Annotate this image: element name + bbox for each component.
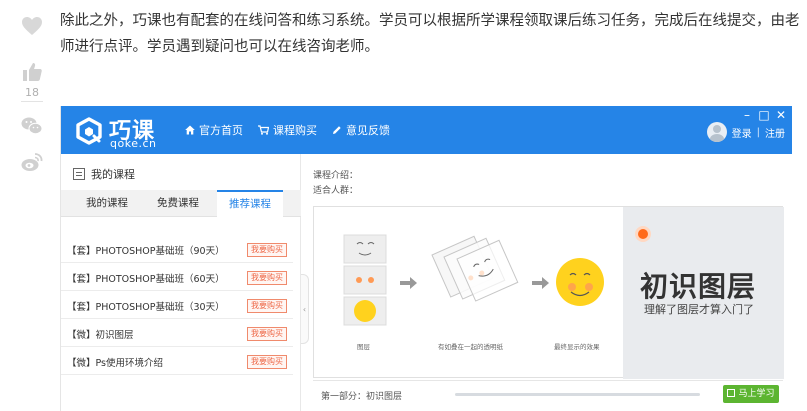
course-name: 【微】初识图层	[67, 330, 134, 341]
cart-icon	[258, 125, 269, 135]
list-item[interactable]: 【套】PHOTOSHOP基础班（90天） 我要购买	[61, 235, 293, 263]
audience-label: 适合人群：	[313, 186, 359, 196]
login-link[interactable]: 登录	[732, 125, 752, 140]
nav-purchase[interactable]: 课程购买	[258, 122, 317, 138]
tab-recommended[interactable]: 推荐课程	[217, 190, 283, 218]
course-tabs: 我的课程 免费课程 推荐课程	[61, 190, 301, 218]
app-logo[interactable]: 巧课 qoke.cn	[75, 113, 175, 150]
list-item[interactable]: 【套】PHOTOSHOP基础班（60天） 我要购买	[61, 263, 293, 291]
nav-feedback[interactable]: 意见反馈	[332, 122, 390, 138]
nav-home[interactable]: 官方首页	[185, 122, 243, 138]
qoke-logo-icon	[76, 117, 102, 145]
record-dot-icon	[638, 229, 648, 239]
register-link[interactable]: 注册	[765, 125, 785, 140]
article-paragraph: 除此之外，巧课也有配套的在线问答和练习系统。学员可以根据所学课程领取课后练习任务…	[60, 13, 800, 55]
thumbs-up-icon[interactable]	[20, 60, 44, 84]
slide-subtitle: 理解了图层才算入门了	[644, 303, 754, 316]
buy-button[interactable]: 我要购买	[247, 355, 287, 369]
lesson-slide[interactable]: 图层 有如叠在一起的透明纸 最终显示的效果 初识图层 理解了图层才算入门了	[313, 206, 784, 379]
divider	[21, 101, 43, 102]
list-item[interactable]: 【套】PHOTOSHOP基础班（30天） 我要购买	[61, 291, 293, 319]
lesson-panel: 课程介绍： 适合人群： 图层 有如叠在一起的透明纸 最终显示的效果 初识图层 理…	[313, 154, 792, 411]
maximize-button[interactable]: □	[758, 108, 770, 122]
course-name: 【套】PHOTOSHOP基础班（30天）	[67, 302, 225, 313]
lesson-bottom-bar: 第一部分：初识图层 马上学习	[313, 380, 783, 404]
buy-button[interactable]: 我要购买	[247, 243, 287, 257]
tab-my-courses[interactable]: 我的课程	[75, 190, 139, 217]
start-learning-label: 马上学习	[738, 389, 775, 399]
nav-label: 意见反馈	[346, 124, 390, 137]
wechat-icon[interactable]	[20, 114, 44, 138]
course-intro-label: 课程介绍：	[313, 171, 359, 181]
book-icon	[73, 168, 85, 180]
home-icon	[185, 125, 195, 135]
list-item[interactable]: 【微】初识图层 我要购买	[61, 319, 293, 347]
caption-layers: 图层	[357, 343, 370, 351]
slide-title: 初识图层	[640, 270, 757, 303]
course-name: 【套】PHOTOSHOP基础班（90天）	[67, 246, 225, 257]
buy-button[interactable]: 我要购买	[247, 327, 287, 341]
nav-label: 官方首页	[199, 124, 243, 137]
window-controls: – □ ✕	[741, 108, 787, 122]
layers-illustration	[343, 234, 604, 326]
tab-free-courses[interactable]: 免费课程	[143, 190, 213, 217]
close-button[interactable]: ✕	[775, 108, 787, 122]
logo-subtext: qoke.cn	[110, 137, 157, 150]
list-item[interactable]: 【微】Ps使用环境介绍 我要购买	[61, 347, 293, 375]
weibo-icon[interactable]	[20, 150, 44, 174]
course-name: 【套】PHOTOSHOP基础班（60天）	[67, 274, 225, 285]
heart-icon[interactable]	[20, 14, 44, 38]
play-icon	[727, 389, 736, 397]
course-panel: 我的课程 我的课程 免费课程 推荐课程 【套】PHOTOSHOP基础班（90天）…	[61, 154, 301, 411]
start-learning-button[interactable]: 马上学习	[723, 385, 779, 403]
app-screenshot: 巧课 qoke.cn 官方首页 课程购买 意见反馈 – □ ✕ 登录 | 注册	[60, 106, 792, 411]
app-topbar: 巧课 qoke.cn 官方首页 课程购买 意见反馈 – □ ✕ 登录 | 注册	[61, 106, 792, 154]
minimize-button[interactable]: –	[741, 108, 753, 122]
part-label: 第一部分：初识图层	[321, 392, 403, 402]
like-count: 18	[25, 86, 39, 99]
caption-transparent-sheets: 有如叠在一起的透明纸	[438, 343, 503, 351]
buy-button[interactable]: 我要购买	[247, 299, 287, 313]
share-rail: 18	[18, 10, 46, 174]
user-area: 登录 | 注册	[706, 122, 785, 142]
course-name: 【微】Ps使用环境介绍	[67, 358, 164, 369]
collapse-panel-handle[interactable]: ‹	[301, 274, 309, 344]
avatar[interactable]	[706, 122, 727, 142]
caption-final-effect: 最终显示的效果	[554, 343, 600, 351]
panel-title: 我的课程	[73, 166, 135, 182]
panel-title-label: 我的课程	[91, 168, 135, 181]
nav-label: 课程购买	[273, 124, 317, 137]
pencil-icon	[333, 126, 341, 134]
user-divider: |	[756, 126, 760, 138]
buy-button[interactable]: 我要购买	[247, 271, 287, 285]
progress-bar[interactable]	[455, 393, 700, 396]
